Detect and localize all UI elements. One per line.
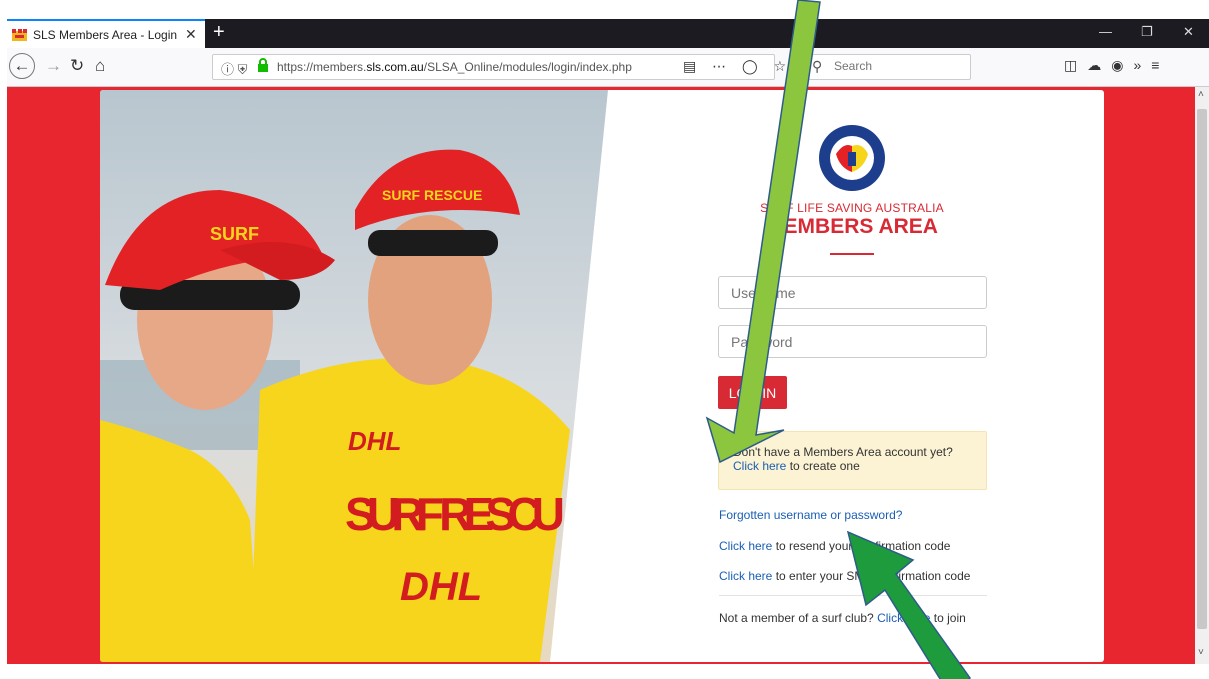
create-account-link[interactable]: Click here	[733, 459, 786, 473]
padlock-icon	[258, 58, 268, 72]
tab-title: SLS Members Area - Login	[33, 28, 178, 42]
search-box[interactable]: ⚲	[803, 54, 971, 80]
surf-life-saving-logo	[819, 125, 885, 191]
home-icon[interactable]: ⌂	[95, 56, 105, 76]
back-arrow-icon[interactable]: ←	[9, 53, 35, 79]
tab-sls-members[interactable]: SLS Members Area - Login ✕	[7, 19, 205, 48]
tab-close-icon[interactable]: ✕	[185, 26, 197, 43]
join-club-line: Not a member of a surf club? Click here …	[719, 611, 966, 625]
page-scrollbar[interactable]: ˄ ˅	[1195, 87, 1209, 664]
create-account-alert: Don't have a Members Area account yet? C…	[718, 431, 987, 490]
cap-text-right: SURF RESCUE	[382, 187, 482, 203]
toolbar-extension-icons[interactable]: ◫☁◉»≡	[1064, 57, 1169, 74]
sls-favicon-icon	[12, 29, 27, 41]
minimize-icon[interactable]: —	[1099, 24, 1112, 39]
lifeguards-photo: SURF SURF RESCUE DHL SURF RESCU DHL	[100, 90, 608, 662]
url-text[interactable]: https://members.sls.com.au/SLSA_Online/m…	[277, 60, 632, 74]
sms-code-line: Click here to enter your SMS confirmatio…	[719, 569, 971, 583]
forgot-credentials-link[interactable]: Forgotten username or password?	[719, 508, 902, 522]
join-club-link[interactable]: Click here	[877, 611, 930, 625]
username-field[interactable]	[718, 276, 987, 309]
page-background: SURF SURF RESCUE DHL SURF RESCU DHL SURF…	[7, 87, 1195, 664]
url-bar[interactable]: ⓘ ⛨ https://members.sls.com.au/SLSA_Onli…	[212, 54, 786, 80]
organisation-name: SURF LIFE SAVING AUSTRALIA	[760, 201, 944, 215]
sms-code-link[interactable]: Click here	[719, 569, 772, 583]
resend-code-line: Click here to resend your confirmation c…	[719, 539, 951, 553]
password-field[interactable]	[718, 325, 987, 358]
shirt-brand-text-large: DHL	[400, 565, 482, 609]
resend-code-link[interactable]: Click here	[719, 539, 772, 553]
divider	[719, 595, 987, 596]
navigation-toolbar: ← → ↻ ⌂ ⓘ ⛨ https://members.sls.com.au/S…	[7, 48, 1209, 87]
tab-strip: SLS Members Area - Login ✕ + — ❐ ✕	[7, 19, 1209, 48]
title-divider	[830, 253, 874, 255]
cap-text-left: SURF	[210, 224, 259, 244]
restore-icon[interactable]: ❐	[1141, 24, 1153, 40]
shirt-surf-rescue-text: SURF RESCU	[345, 488, 565, 540]
login-card: SURF SURF RESCUE DHL SURF RESCU DHL SURF…	[100, 90, 1104, 662]
account-prompt-text: Don't have a Members Area account yet?	[733, 445, 953, 459]
site-info-icon[interactable]: ⓘ ⛨	[221, 59, 247, 78]
reader-view-icon[interactable]: ▤ ⋯ ◯ ☆	[683, 58, 792, 75]
browser-window: SLS Members Area - Login ✕ + — ❐ ✕ ← → ↻…	[7, 19, 1209, 664]
search-input[interactable]	[834, 59, 964, 73]
scrollbar-thumb[interactable]	[1197, 109, 1207, 629]
search-icon: ⚲	[812, 58, 823, 74]
scroll-down-icon[interactable]: ˅	[1198, 647, 1204, 658]
forward-arrow-icon[interactable]: →	[45, 56, 62, 76]
shirt-brand-text: DHL	[348, 426, 401, 456]
create-account-line: Click here to create one	[733, 459, 860, 473]
page-title: MEMBERS AREA	[766, 215, 938, 238]
new-tab-button[interactable]: +	[213, 21, 225, 43]
close-window-icon[interactable]: ✕	[1183, 24, 1194, 40]
forgot-credentials-line: Forgotten username or password?	[719, 508, 902, 522]
login-button[interactable]: LOG IN	[718, 376, 787, 409]
reload-icon[interactable]: ↻	[70, 56, 84, 76]
scroll-up-icon[interactable]: ˄	[1198, 89, 1204, 100]
